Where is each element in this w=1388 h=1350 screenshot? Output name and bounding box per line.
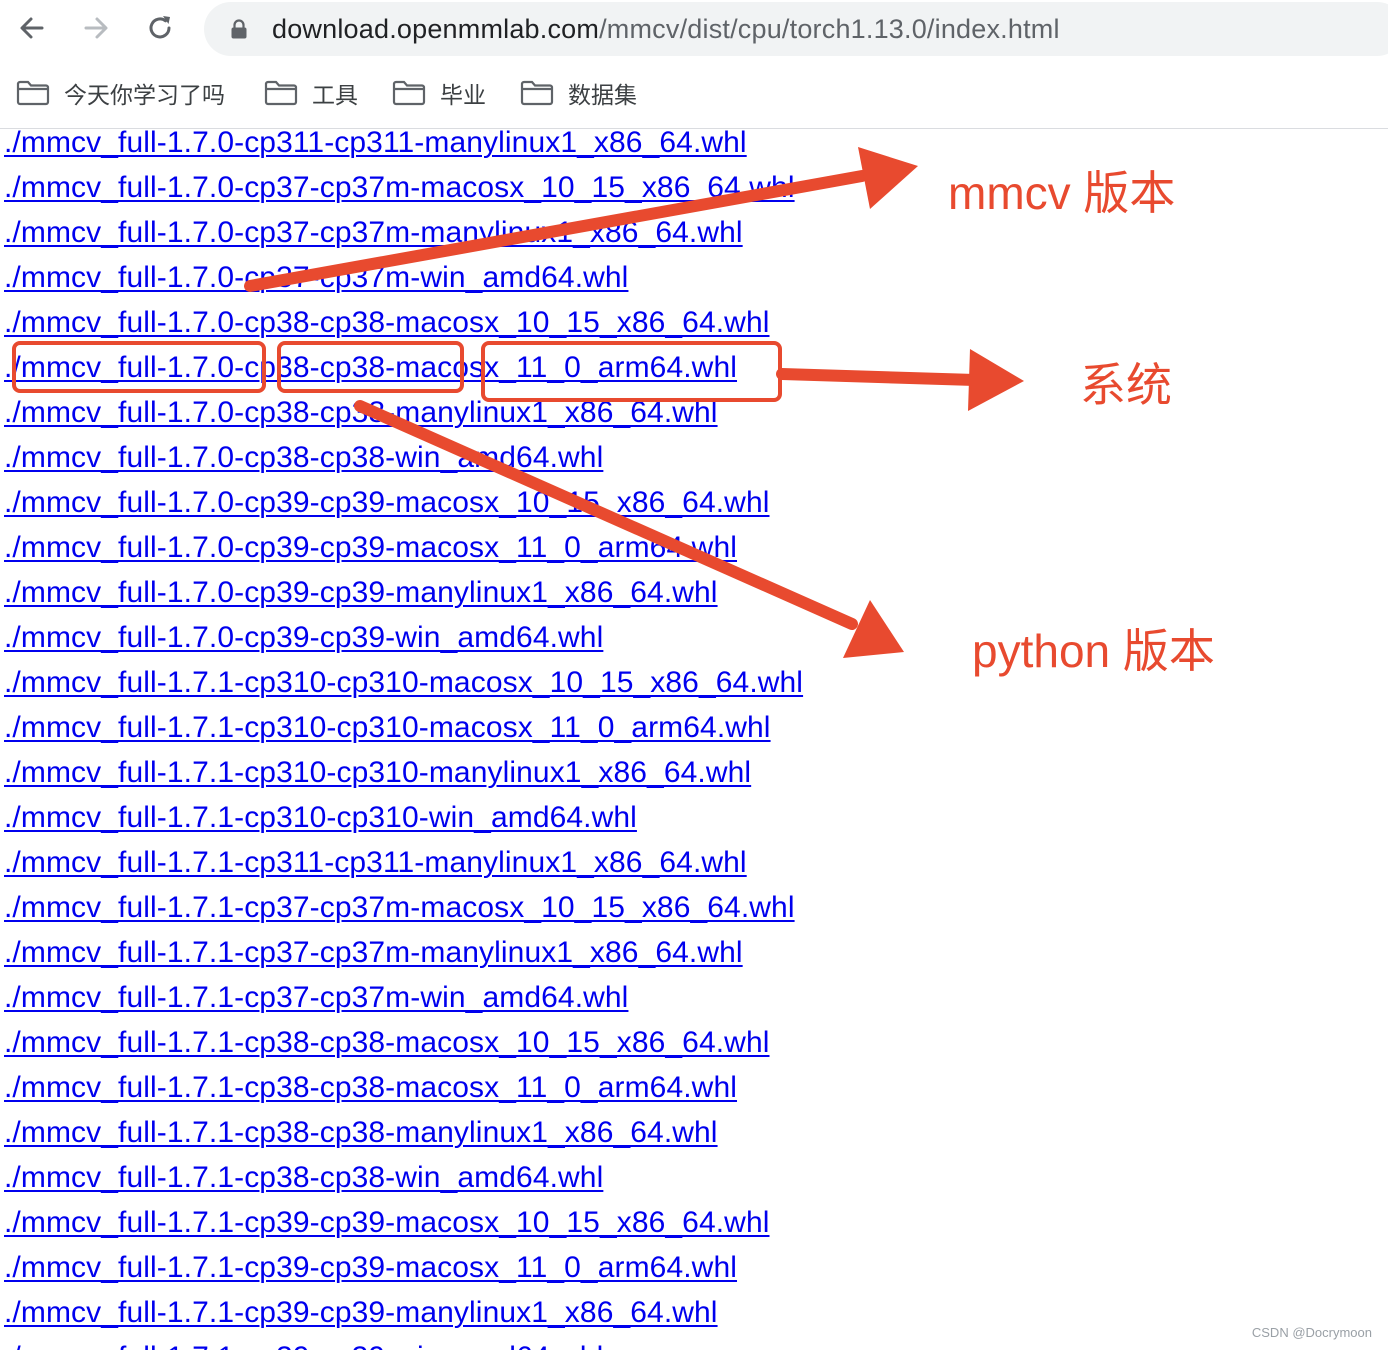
list-item: ./mmcv_full-1.7.0-cp38-cp38-manylinux1_x…: [4, 390, 1104, 435]
file-link[interactable]: ./mmcv_full-1.7.0-cp38-cp38-macosx_10_15…: [4, 306, 770, 339]
lock-icon: [231, 19, 247, 39]
file-link[interactable]: ./mmcv_full-1.7.1-cp311-cp311-manylinux1…: [4, 846, 747, 879]
navigation-bar: download.openmmlab.com/mmcv/dist/cpu/tor…: [0, 0, 1388, 58]
file-link[interactable]: ./mmcv_full-1.7.1-cp38-cp38-manylinux1_x…: [4, 1116, 718, 1149]
annotation-system: 系统: [1080, 359, 1172, 411]
file-link[interactable]: ./mmcv_full-1.7.1-cp39-cp39-macosx_11_0_…: [4, 1251, 737, 1284]
folder-icon: [264, 80, 298, 106]
annotation-mmcv-version: mmcv 版本: [948, 167, 1176, 219]
list-item: ./mmcv_full-1.7.1-cp310-cp310-manylinux1…: [4, 750, 1104, 795]
bookmark-tools[interactable]: 工具: [264, 74, 358, 112]
folder-icon: [16, 80, 50, 106]
file-link[interactable]: ./mmcv_full-1.7.0-cp37-cp37m-macosx_10_1…: [4, 171, 795, 204]
list-item: ./mmcv_full-1.7.1-cp37-cp37m-win_amd64.w…: [4, 975, 1104, 1020]
back-button[interactable]: [12, 8, 52, 48]
list-item: ./mmcv_full-1.7.1-cp39-cp39-macosx_10_15…: [4, 1200, 1104, 1245]
url-path: /mmcv/dist/cpu/torch1.13.0/index.html: [599, 14, 1060, 44]
address-bar[interactable]: download.openmmlab.com/mmcv/dist/cpu/tor…: [204, 2, 1388, 56]
file-link[interactable]: ./mmcv_full-1.7.1-cp310-cp310-manylinux1…: [4, 756, 751, 789]
list-item: ./mmcv_full-1.7.1-cp37-cp37m-macosx_10_1…: [4, 885, 1104, 930]
list-item: ./mmcv_full-1.7.0-cp39-cp39-win_amd64.wh…: [4, 615, 1104, 660]
file-link[interactable]: ./mmcv_full-1.7.1-cp310-cp310-macosx_10_…: [4, 666, 803, 699]
reload-button[interactable]: [140, 8, 180, 48]
list-item: ./mmcv_full-1.7.0-cp37-cp37m-win_amd64.w…: [4, 255, 1104, 300]
file-link[interactable]: ./mmcv_full-1.7.1-cp39-cp39-manylinux1_x…: [4, 1296, 718, 1329]
file-link[interactable]: ./mmcv_full-1.7.1-cp39-cp39-win_amd64.wh…: [4, 1341, 603, 1350]
list-item: ./mmcv_full-1.7.1-cp38-cp38-win_amd64.wh…: [4, 1155, 1104, 1200]
file-link[interactable]: ./mmcv_full-1.7.0-cp39-cp39-macosx_10_15…: [4, 486, 770, 519]
file-link[interactable]: ./mmcv_full-1.7.1-cp37-cp37m-manylinux1_…: [4, 936, 743, 969]
file-link[interactable]: ./mmcv_full-1.7.1-cp310-cp310-win_amd64.…: [4, 801, 637, 834]
list-item: ./mmcv_full-1.7.1-cp38-cp38-macosx_10_15…: [4, 1020, 1104, 1065]
file-link[interactable]: ./mmcv_full-1.7.0-cp38-cp38-macosx_11_0_…: [4, 351, 737, 384]
file-link[interactable]: ./mmcv_full-1.7.1-cp39-cp39-macosx_10_15…: [4, 1206, 770, 1239]
list-item: ./mmcv_full-1.7.0-cp38-cp38-macosx_11_0_…: [4, 345, 1104, 390]
file-link[interactable]: ./mmcv_full-1.7.1-cp38-cp38-win_amd64.wh…: [4, 1161, 603, 1194]
list-item: ./mmcv_full-1.7.0-cp37-cp37m-manylinux1_…: [4, 210, 1104, 255]
url-text[interactable]: download.openmmlab.com/mmcv/dist/cpu/tor…: [272, 2, 1060, 56]
file-link[interactable]: ./mmcv_full-1.7.0-cp39-cp39-manylinux1_x…: [4, 576, 718, 609]
file-link[interactable]: ./mmcv_full-1.7.1-cp38-cp38-macosx_11_0_…: [4, 1071, 737, 1104]
reload-icon: [149, 16, 171, 39]
bookmark-study[interactable]: 今天你学习了吗: [16, 74, 225, 112]
file-link[interactable]: ./mmcv_full-1.7.1-cp38-cp38-macosx_10_15…: [4, 1026, 770, 1059]
file-link[interactable]: ./mmcv_full-1.7.1-cp37-cp37m-macosx_10_1…: [4, 891, 795, 924]
list-item: ./mmcv_full-1.7.1-cp38-cp38-manylinux1_x…: [4, 1110, 1104, 1155]
list-item: ./mmcv_full-1.7.0-cp38-cp38-win_amd64.wh…: [4, 435, 1104, 480]
folder-icon: [520, 80, 554, 106]
list-item: ./mmcv_full-1.7.0-cp37-cp37m-macosx_10_1…: [4, 165, 1104, 210]
bookmark-label: 工具: [312, 82, 358, 108]
forward-button[interactable]: [76, 8, 116, 48]
file-link[interactable]: ./mmcv_full-1.7.0-cp37-cp37m-manylinux1_…: [4, 216, 743, 249]
list-item: ./mmcv_full-1.7.1-cp39-cp39-macosx_11_0_…: [4, 1245, 1104, 1290]
list-item: ./mmcv_full-1.7.1-cp39-cp39-manylinux1_x…: [4, 1290, 1104, 1335]
file-link[interactable]: ./mmcv_full-1.7.0-cp39-cp39-win_amd64.wh…: [4, 621, 603, 654]
list-item: ./mmcv_full-1.7.1-cp310-cp310-macosx_10_…: [4, 660, 1104, 705]
file-link[interactable]: ./mmcv_full-1.7.0-cp38-cp38-manylinux1_x…: [4, 396, 718, 429]
annotation-python-version: python 版本: [972, 625, 1215, 677]
watermark: CSDN @Docrymoon: [1251, 1325, 1372, 1340]
list-item: ./mmcv_full-1.7.1-cp310-cp310-macosx_11_…: [4, 705, 1104, 750]
list-item: ./mmcv_full-1.7.0-cp39-cp39-manylinux1_x…: [4, 570, 1104, 615]
file-link[interactable]: ./mmcv_full-1.7.0-cp38-cp38-win_amd64.wh…: [4, 441, 603, 474]
file-link[interactable]: ./mmcv_full-1.7.0-cp311-cp311-manylinux1…: [4, 126, 747, 159]
file-list: ./mmcv_full-1.7.0-cp311-cp311-manylinux1…: [4, 120, 1104, 1350]
bookmark-label: 今天你学习了吗: [64, 82, 225, 108]
url-host: download.openmmlab.com: [272, 14, 600, 44]
arrow-left-icon: [20, 17, 44, 39]
bookmarks-bar: 今天你学习了吗 工具 毕业 数据集: [0, 62, 1388, 124]
file-link[interactable]: ./mmcv_full-1.7.0-cp37-cp37m-win_amd64.w…: [4, 261, 628, 294]
bookmark-graduation[interactable]: 毕业: [392, 74, 486, 112]
file-link[interactable]: ./mmcv_full-1.7.1-cp310-cp310-macosx_11_…: [4, 711, 771, 744]
file-link[interactable]: ./mmcv_full-1.7.1-cp37-cp37m-win_amd64.w…: [4, 981, 628, 1014]
folder-icon: [392, 80, 426, 106]
bookmark-label: 数据集: [568, 82, 637, 108]
list-item: ./mmcv_full-1.7.1-cp311-cp311-manylinux1…: [4, 840, 1104, 885]
list-item: ./mmcv_full-1.7.0-cp39-cp39-macosx_10_15…: [4, 480, 1104, 525]
bookmark-label: 毕业: [440, 82, 486, 108]
list-item: ./mmcv_full-1.7.0-cp39-cp39-macosx_11_0_…: [4, 525, 1104, 570]
list-item: ./mmcv_full-1.7.0-cp311-cp311-manylinux1…: [4, 120, 1104, 165]
bookmark-datasets[interactable]: 数据集: [520, 74, 637, 112]
list-item: ./mmcv_full-1.7.1-cp37-cp37m-manylinux1_…: [4, 930, 1104, 975]
list-item: ./mmcv_full-1.7.1-cp39-cp39-win_amd64.wh…: [4, 1335, 1104, 1350]
list-item: ./mmcv_full-1.7.0-cp38-cp38-macosx_10_15…: [4, 300, 1104, 345]
list-item: ./mmcv_full-1.7.1-cp310-cp310-win_amd64.…: [4, 795, 1104, 840]
arrow-right-icon: [84, 17, 108, 39]
browser-page: download.openmmlab.com/mmcv/dist/cpu/tor…: [0, 0, 1388, 1350]
file-link[interactable]: ./mmcv_full-1.7.0-cp39-cp39-macosx_11_0_…: [4, 531, 737, 564]
list-item: ./mmcv_full-1.7.1-cp38-cp38-macosx_11_0_…: [4, 1065, 1104, 1110]
